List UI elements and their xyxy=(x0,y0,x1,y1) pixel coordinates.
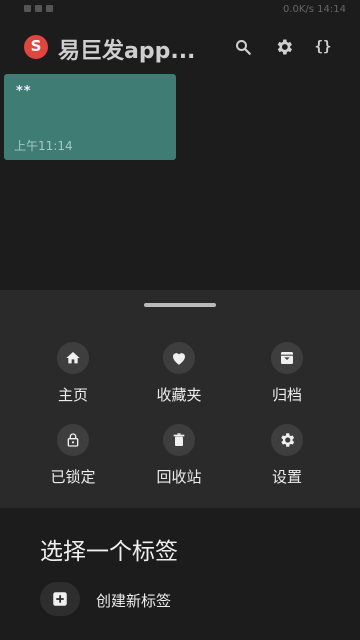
gear-icon xyxy=(271,424,303,456)
gear-icon[interactable] xyxy=(273,36,295,58)
archive-icon xyxy=(271,342,303,374)
status-bar: 0.0K/s 14:14 xyxy=(0,0,360,22)
note-card[interactable]: ** 上午11:14 xyxy=(4,74,176,160)
menu-item-label: 回收站 xyxy=(156,468,202,486)
status-icons-right: 0.0K/s 14:14 xyxy=(283,4,346,15)
app-logo-icon xyxy=(24,35,48,59)
heart-icon xyxy=(163,342,195,374)
add-box-icon xyxy=(40,582,80,616)
create-tag-button[interactable]: 创建新标签 xyxy=(40,582,300,616)
lock-icon xyxy=(57,424,89,456)
menu-item-label: 归档 xyxy=(271,386,302,404)
status-icons-left xyxy=(24,5,53,12)
menu-item-settings[interactable]: 设置 xyxy=(242,424,332,486)
app-title: 易巨发app... xyxy=(58,39,196,64)
trash-icon xyxy=(163,424,195,456)
menu-item-locked[interactable]: 已锁定 xyxy=(28,424,118,486)
search-icon[interactable] xyxy=(232,36,254,58)
home-icon xyxy=(57,342,89,374)
menu-item-label: 主页 xyxy=(57,386,88,404)
create-tag-label: 创建新标签 xyxy=(96,592,172,610)
drag-handle[interactable] xyxy=(144,303,216,307)
app-bar: 易巨发app... {} xyxy=(0,22,360,74)
note-timestamp: 上午11:14 xyxy=(14,139,73,153)
menu-item-trash[interactable]: 回收站 xyxy=(134,424,224,486)
menu-item-home[interactable]: 主页 xyxy=(28,342,118,404)
menu-item-archive[interactable]: 归档 xyxy=(242,342,332,404)
tag-panel: 选择一个标签 创建新标签 xyxy=(0,508,360,640)
menu-item-label: 设置 xyxy=(271,468,302,486)
menu-item-favorites[interactable]: 收藏夹 xyxy=(134,342,224,404)
menu-item-label: 收藏夹 xyxy=(156,386,202,404)
status-text: 0.0K/s 14:14 xyxy=(282,4,346,15)
bottom-sheet: 主页 收藏夹 归档 已锁定 回收站 设置 xyxy=(0,290,360,508)
menu-item-label: 已锁定 xyxy=(50,468,96,486)
note-title: ** xyxy=(16,84,32,99)
panel-title: 选择一个标签 xyxy=(40,539,178,565)
code-icon[interactable]: {} xyxy=(312,36,334,58)
